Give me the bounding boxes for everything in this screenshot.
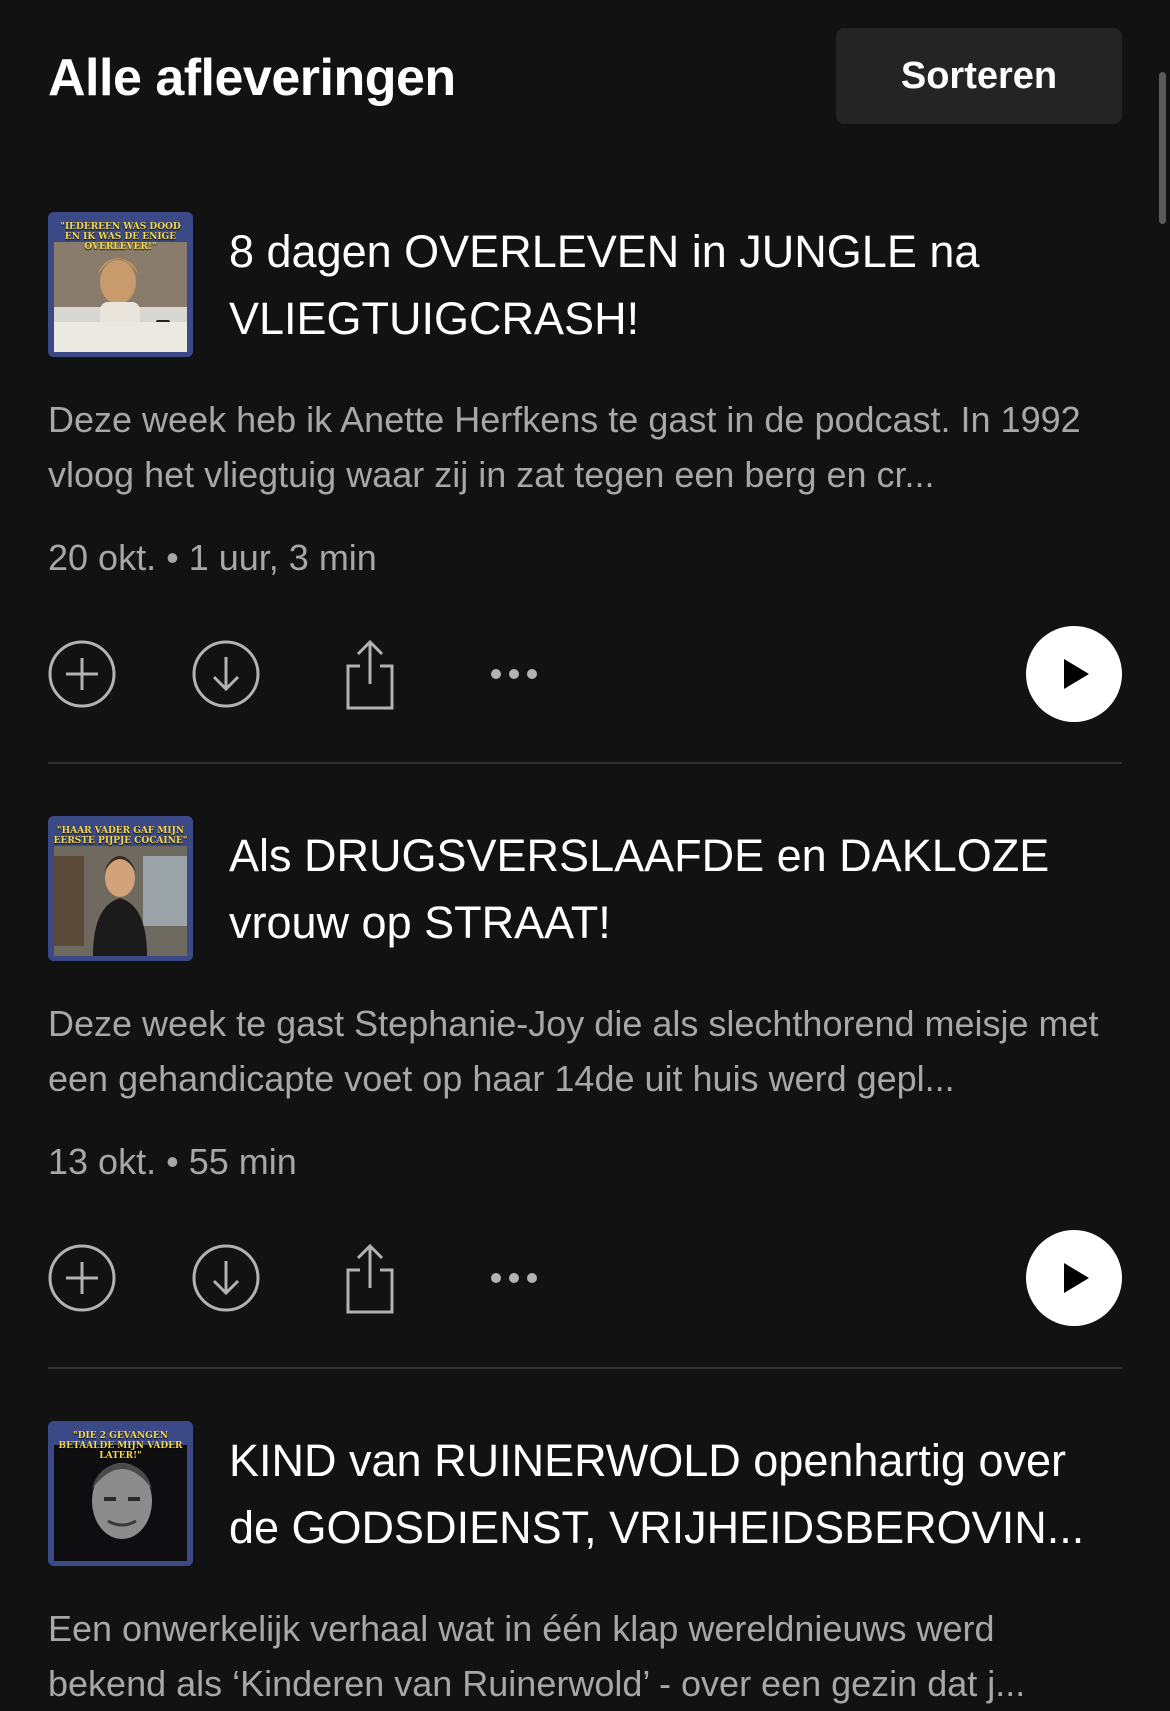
episode-cover-image: "IEDEREEN WAS DOOD EN IK WAS DE ENIGE OV… [48, 212, 193, 357]
episode-item[interactable]: "HAAR VADER GAF MIJN EERSTE PIJPJE COCAI… [48, 816, 1122, 1326]
episode-cover-image: "HAAR VADER GAF MIJN EERSTE PIJPJE COCAI… [48, 816, 193, 961]
plus-circle-icon [48, 1244, 116, 1312]
cover-caption: "IEDEREEN WAS DOOD EN IK WAS DE ENIGE OV… [60, 222, 181, 252]
cover-caption: "DIE 2 GEVANGEN BETAALDE MIJN VADER LATE… [58, 1431, 183, 1461]
play-button[interactable] [1026, 626, 1122, 722]
meta-separator: • [166, 1141, 179, 1182]
episode-duration: 1 uur, 3 min [188, 537, 377, 578]
episode-date: 13 okt. [48, 1141, 157, 1182]
episode-description: Deze week heb ik Anette Herfkens te gast… [48, 399, 1081, 495]
add-to-library-button[interactable] [34, 626, 130, 722]
share-icon [346, 639, 394, 710]
episode-title[interactable]: Als DRUGSVERSLAAFDE en DAKLOZE vrouw op … [229, 822, 1122, 956]
episode-divider [48, 1367, 1122, 1369]
download-button[interactable] [178, 1230, 274, 1326]
meta-separator: • [166, 537, 179, 578]
episode-item[interactable]: "DIE 2 GEVANGEN BETAALDE MIJN VADER LATE… [48, 1421, 1122, 1711]
episode-divider [48, 762, 1122, 764]
episode-item[interactable]: "IEDEREEN WAS DOOD EN IK WAS DE ENIGE OV… [48, 212, 1122, 722]
episodes-header: Alle afleveringen Sorteren [48, 28, 1122, 124]
plus-circle-icon [48, 640, 116, 708]
add-to-library-button[interactable] [34, 1230, 130, 1326]
sort-button[interactable]: Sorteren [836, 28, 1122, 124]
episode-description: Deze week te gast Stephanie-Joy die als … [48, 1003, 1099, 1099]
page-title: Alle afleveringen [48, 49, 456, 107]
play-icon [1064, 1263, 1089, 1293]
download-icon [192, 640, 260, 708]
download-icon [192, 1244, 260, 1312]
share-button[interactable] [322, 626, 418, 722]
episode-title[interactable]: KIND van RUINERWOLD openhartig over de G… [229, 1427, 1122, 1561]
episode-date: 20 okt. [48, 537, 157, 578]
download-button[interactable] [178, 626, 274, 722]
cover-caption: "HAAR VADER GAF MIJN EERSTE PIJPJE COCAI… [53, 826, 188, 846]
more-options-icon [491, 1273, 537, 1283]
episode-description: Een onwerkelijk verhaal wat in één klap … [48, 1608, 1026, 1704]
play-icon [1064, 659, 1089, 689]
more-options-button[interactable] [466, 1230, 562, 1326]
share-icon [346, 1243, 394, 1314]
episode-cover-image: "DIE 2 GEVANGEN BETAALDE MIJN VADER LATE… [48, 1421, 193, 1566]
scrollbar[interactable] [1159, 72, 1166, 224]
episode-meta: 20 okt. • 1 uur, 3 min [48, 536, 1122, 580]
play-button[interactable] [1026, 1230, 1122, 1326]
episode-duration: 55 min [188, 1141, 297, 1182]
more-options-icon [491, 669, 537, 679]
share-button[interactable] [322, 1230, 418, 1326]
more-options-button[interactable] [466, 626, 562, 722]
episode-title[interactable]: 8 dagen OVERLEVEN in JUNGLE na VLIEGTUIG… [229, 218, 1122, 352]
episode-meta: 13 okt. • 55 min [48, 1140, 1122, 1184]
